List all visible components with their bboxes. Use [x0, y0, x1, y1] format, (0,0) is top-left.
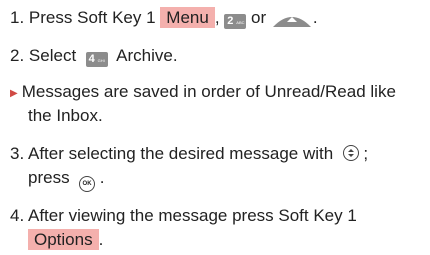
step-4-text: After viewing the message press Soft Key… — [27, 206, 357, 225]
step-4-number: 4. — [10, 206, 25, 225]
step-2-text: Select — [28, 46, 77, 65]
step-4-line-2: Options. — [28, 229, 104, 250]
ok-label: OK — [82, 181, 92, 187]
note-line-1: ▶ Messages are saved in order of Unread/R… — [10, 82, 396, 104]
archive-text: Archive. — [116, 46, 178, 65]
key-digit: 4 — [88, 53, 95, 65]
or-text: or — [251, 8, 267, 27]
step-3-end: . — [99, 168, 105, 187]
step-3-line-2: press OK . — [28, 168, 105, 192]
options-softkey-label: Options — [28, 229, 99, 250]
key-2-abc-icon: 2 ABC — [224, 14, 247, 29]
note-text-1: Messages are saved in order of Unread/Re… — [21, 82, 396, 101]
key-sub: GHI — [97, 58, 105, 63]
up-down-nav-icon — [342, 145, 359, 161]
step-3-line-1: 3. After selecting the desired message w… — [10, 144, 368, 164]
triangle-bullet-icon: ▶ — [10, 88, 18, 99]
step-3-text-2: press — [28, 168, 70, 187]
step-3-text-1: After selecting the desired message with — [27, 144, 334, 163]
menu-softkey-label: Menu — [160, 7, 215, 28]
key-sub: ABC — [236, 20, 245, 25]
step-3-number: 3. — [10, 144, 25, 163]
step-1-number: 1. — [10, 8, 25, 27]
step-1: 1. Press Soft Key 1 Menu, 2 ABC or . — [10, 7, 318, 29]
key-4-ghi-icon: 4 GHI — [85, 52, 108, 67]
step-4-line-1: 4. After viewing the message press Soft … — [10, 206, 357, 226]
comma: , — [214, 8, 220, 27]
step-1-text: Press Soft Key 1 — [28, 8, 156, 27]
note-line-2: the Inbox. — [28, 106, 103, 126]
menu-arrow-key-icon — [272, 16, 311, 27]
step-4-end: . — [98, 230, 104, 249]
step-2: 2. Select 4 GHI Archive. — [10, 46, 178, 67]
note-text-2: the Inbox. — [28, 106, 103, 125]
ok-circle-icon: OK — [79, 176, 96, 192]
step-2-number: 2. — [10, 46, 25, 65]
key-digit: 2 — [227, 15, 234, 27]
step-1-end: . — [312, 8, 318, 27]
semicolon: ; — [363, 144, 369, 163]
